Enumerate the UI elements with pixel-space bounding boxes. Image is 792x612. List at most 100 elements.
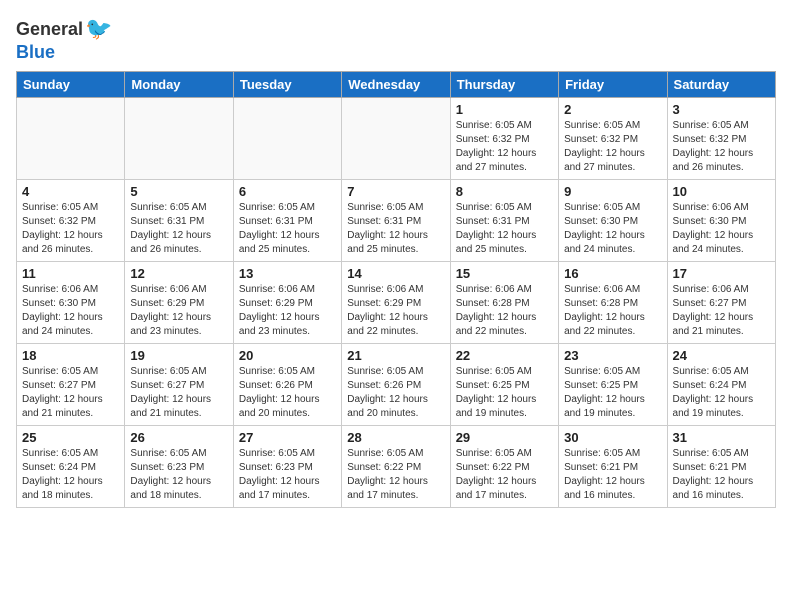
calendar-cell: 28 Sunrise: 6:05 AM Sunset: 6:22 PM Dayli… [342, 426, 450, 508]
day-number: 18 [22, 348, 119, 363]
day-info: Sunrise: 6:06 AM Sunset: 6:29 PM Dayligh… [239, 283, 336, 339]
calendar-cell [17, 98, 125, 180]
day-info: Sunrise: 6:05 AM Sunset: 6:24 PM Dayligh… [673, 365, 770, 421]
calendar-cell: 24 Sunrise: 6:05 AM Sunset: 6:24 PM Dayli… [667, 344, 775, 426]
day-info: Sunrise: 6:06 AM Sunset: 6:29 PM Dayligh… [130, 283, 227, 339]
day-number: 26 [130, 430, 227, 445]
day-info: Sunrise: 6:05 AM Sunset: 6:23 PM Dayligh… [130, 447, 227, 503]
day-number: 16 [564, 266, 661, 281]
day-number: 23 [564, 348, 661, 363]
weekday-header-tuesday: Tuesday [233, 72, 341, 98]
day-info: Sunrise: 6:06 AM Sunset: 6:27 PM Dayligh… [673, 283, 770, 339]
calendar-cell: 15Sunrise: 6:06 AM Sunset: 6:28 PM Dayli… [450, 262, 558, 344]
weekday-header-sunday: Sunday [17, 72, 125, 98]
day-info: Sunrise: 6:06 AM Sunset: 6:28 PM Dayligh… [456, 283, 553, 339]
day-number: 12 [130, 266, 227, 281]
day-number: 10 [673, 184, 770, 199]
day-info: Sunrise: 6:05 AM Sunset: 6:22 PM Dayligh… [347, 447, 444, 503]
day-info: Sunrise: 6:05 AM Sunset: 6:25 PM Dayligh… [456, 365, 553, 421]
calendar-cell: 20 Sunrise: 6:05 AM Sunset: 6:26 PM Dayli… [233, 344, 341, 426]
calendar-cell: 19 Sunrise: 6:05 AM Sunset: 6:27 PM Dayli… [125, 344, 233, 426]
day-number: 11 [22, 266, 119, 281]
day-number: 7 [347, 184, 444, 199]
day-info: Sunrise: 6:06 AM Sunset: 6:30 PM Dayligh… [673, 201, 770, 257]
day-info: Sunrise: 6:05 AM Sunset: 6:22 PM Dayligh… [456, 447, 553, 503]
calendar-cell: 17 Sunrise: 6:06 AM Sunset: 6:27 PM Dayli… [667, 262, 775, 344]
day-info: Sunrise: 6:05 AM Sunset: 6:32 PM Dayligh… [673, 119, 770, 175]
day-number: 19 [130, 348, 227, 363]
weekday-header-friday: Friday [559, 72, 667, 98]
page-header: General 🐦 Blue [16, 16, 776, 63]
weekday-header-wednesday: Wednesday [342, 72, 450, 98]
logo-bird-icon: 🐦 [85, 16, 112, 42]
day-info: Sunrise: 6:05 AM Sunset: 6:32 PM Dayligh… [22, 201, 119, 257]
logo-blue-text: Blue [16, 42, 55, 63]
day-info: Sunrise: 6:05 AM Sunset: 6:32 PM Dayligh… [564, 119, 661, 175]
calendar-cell: 30 Sunrise: 6:05 AM Sunset: 6:21 PM Dayli… [559, 426, 667, 508]
calendar-cell: 11Sunrise: 6:06 AM Sunset: 6:30 PM Dayli… [17, 262, 125, 344]
day-number: 6 [239, 184, 336, 199]
calendar-cell: 13 Sunrise: 6:06 AM Sunset: 6:29 PM Dayli… [233, 262, 341, 344]
day-info: Sunrise: 6:06 AM Sunset: 6:28 PM Dayligh… [564, 283, 661, 339]
calendar-cell [233, 98, 341, 180]
day-number: 5 [130, 184, 227, 199]
day-number: 29 [456, 430, 553, 445]
day-number: 28 [347, 430, 444, 445]
day-info: Sunrise: 6:05 AM Sunset: 6:27 PM Dayligh… [130, 365, 227, 421]
day-number: 27 [239, 430, 336, 445]
calendar-cell: 25 Sunrise: 6:05 AM Sunset: 6:24 PM Dayli… [17, 426, 125, 508]
calendar-cell: 4 Sunrise: 6:05 AM Sunset: 6:32 PM Daylig… [17, 180, 125, 262]
day-number: 2 [564, 102, 661, 117]
calendar-cell: 21Sunrise: 6:05 AM Sunset: 6:26 PM Dayli… [342, 344, 450, 426]
calendar-cell: 26 Sunrise: 6:05 AM Sunset: 6:23 PM Dayli… [125, 426, 233, 508]
day-number: 22 [456, 348, 553, 363]
day-info: Sunrise: 6:05 AM Sunset: 6:30 PM Dayligh… [564, 201, 661, 257]
day-info: Sunrise: 6:05 AM Sunset: 6:26 PM Dayligh… [239, 365, 336, 421]
day-number: 20 [239, 348, 336, 363]
day-info: Sunrise: 6:05 AM Sunset: 6:21 PM Dayligh… [673, 447, 770, 503]
day-number: 30 [564, 430, 661, 445]
calendar-week-4: 18 Sunrise: 6:05 AM Sunset: 6:27 PM Dayli… [17, 344, 776, 426]
calendar-cell: 23Sunrise: 6:05 AM Sunset: 6:25 PM Dayli… [559, 344, 667, 426]
calendar-cell: 1Sunrise: 6:05 AM Sunset: 6:32 PM Daylig… [450, 98, 558, 180]
calendar-cell: 14Sunrise: 6:06 AM Sunset: 6:29 PM Dayli… [342, 262, 450, 344]
calendar-cell: 2 Sunrise: 6:05 AM Sunset: 6:32 PM Daylig… [559, 98, 667, 180]
calendar-week-2: 4 Sunrise: 6:05 AM Sunset: 6:32 PM Daylig… [17, 180, 776, 262]
day-info: Sunrise: 6:05 AM Sunset: 6:27 PM Dayligh… [22, 365, 119, 421]
weekday-header-saturday: Saturday [667, 72, 775, 98]
day-info: Sunrise: 6:05 AM Sunset: 6:31 PM Dayligh… [456, 201, 553, 257]
day-number: 17 [673, 266, 770, 281]
calendar-cell [342, 98, 450, 180]
calendar-week-5: 25 Sunrise: 6:05 AM Sunset: 6:24 PM Dayli… [17, 426, 776, 508]
calendar-cell: 9 Sunrise: 6:05 AM Sunset: 6:30 PM Daylig… [559, 180, 667, 262]
day-number: 8 [456, 184, 553, 199]
calendar-cell: 7 Sunrise: 6:05 AM Sunset: 6:31 PM Daylig… [342, 180, 450, 262]
day-info: Sunrise: 6:05 AM Sunset: 6:31 PM Dayligh… [239, 201, 336, 257]
calendar-table: SundayMondayTuesdayWednesdayThursdayFrid… [16, 71, 776, 508]
day-number: 4 [22, 184, 119, 199]
day-number: 24 [673, 348, 770, 363]
day-info: Sunrise: 6:05 AM Sunset: 6:31 PM Dayligh… [347, 201, 444, 257]
day-info: Sunrise: 6:05 AM Sunset: 6:24 PM Dayligh… [22, 447, 119, 503]
day-info: Sunrise: 6:05 AM Sunset: 6:21 PM Dayligh… [564, 447, 661, 503]
day-number: 1 [456, 102, 553, 117]
weekday-header-monday: Monday [125, 72, 233, 98]
day-number: 9 [564, 184, 661, 199]
logo: General 🐦 Blue [16, 16, 112, 63]
day-number: 3 [673, 102, 770, 117]
day-number: 25 [22, 430, 119, 445]
calendar-cell: 12 Sunrise: 6:06 AM Sunset: 6:29 PM Dayli… [125, 262, 233, 344]
calendar-cell: 3 Sunrise: 6:05 AM Sunset: 6:32 PM Daylig… [667, 98, 775, 180]
weekday-header-thursday: Thursday [450, 72, 558, 98]
day-number: 21 [347, 348, 444, 363]
day-info: Sunrise: 6:05 AM Sunset: 6:31 PM Dayligh… [130, 201, 227, 257]
day-number: 13 [239, 266, 336, 281]
calendar-cell: 18 Sunrise: 6:05 AM Sunset: 6:27 PM Dayli… [17, 344, 125, 426]
calendar-cell: 31 Sunrise: 6:05 AM Sunset: 6:21 PM Dayli… [667, 426, 775, 508]
calendar-week-3: 11Sunrise: 6:06 AM Sunset: 6:30 PM Dayli… [17, 262, 776, 344]
calendar-cell: 10 Sunrise: 6:06 AM Sunset: 6:30 PM Dayli… [667, 180, 775, 262]
calendar-cell: 22 Sunrise: 6:05 AM Sunset: 6:25 PM Dayli… [450, 344, 558, 426]
calendar-cell [125, 98, 233, 180]
calendar-cell: 29 Sunrise: 6:05 AM Sunset: 6:22 PM Dayli… [450, 426, 558, 508]
day-number: 31 [673, 430, 770, 445]
